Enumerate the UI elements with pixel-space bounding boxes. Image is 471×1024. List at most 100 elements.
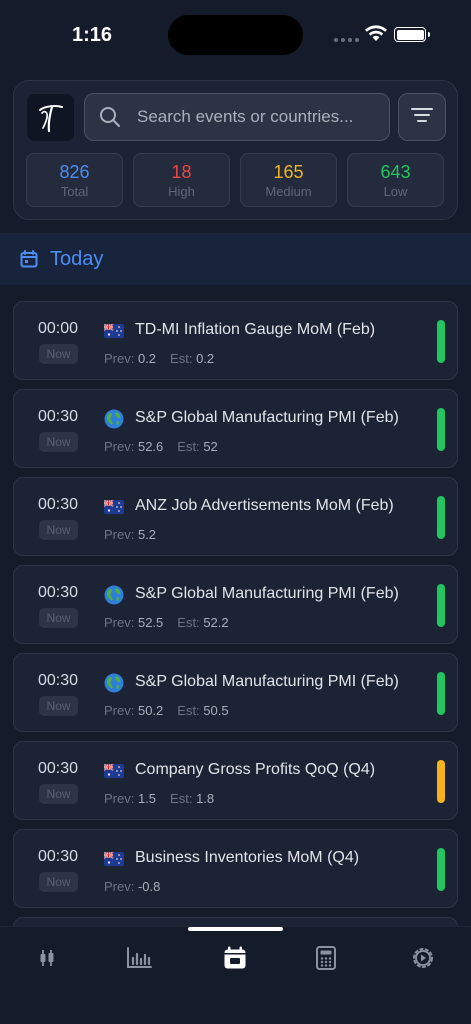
stat-total-value: 826 [59,161,90,182]
tab-settings[interactable] [408,945,438,975]
event-name: TD-MI Inflation Gauge MoM (Feb) [135,321,376,338]
event-row[interactable]: 00:30 Now S&P Global Manufacturing PMI (… [13,389,458,468]
impact-indicator [437,408,445,451]
est-label: Est: [170,791,193,806]
event-meta: Prev: 50.2 Est: 50.5 [104,703,229,718]
stat-total[interactable]: 826 Total [26,153,123,207]
event-time: 00:30 [37,672,79,689]
au-flag-icon [104,761,124,781]
prev-value: 52.5 [137,615,164,630]
tab-calculator[interactable] [311,945,341,975]
calendar-icon [223,946,247,975]
event-time: 00:00 [37,320,79,337]
wifi-icon [364,24,388,47]
stats-row: 826 Total 18 High 165 Medium 643 Low [26,153,444,207]
event-meta: Prev: 52.5 Est: 52.2 [104,615,229,630]
tab-analytics[interactable] [124,945,154,975]
impact-indicator [437,584,445,627]
event-row[interactable]: 00:30 Now S&P Global Manufacturing PMI (… [13,653,458,732]
search-bar[interactable] [84,93,390,141]
event-meta: Prev: -0.8 [104,879,160,894]
event-name: S&P Global Manufacturing PMI (Feb) [135,409,399,426]
section-header-today: Today [0,233,471,285]
au-flag-icon [104,497,124,517]
stat-low[interactable]: 643 Low [347,153,444,207]
event-status-badge: Now [39,520,78,540]
prev-label: Prev: [104,351,135,366]
globe-icon [104,409,124,429]
stat-high[interactable]: 18 High [133,153,230,207]
est-label: Est: [177,439,200,454]
globe-icon [104,673,124,693]
event-list: 00:00 Now TD-MI Inflation Gauge MoM (Feb… [13,301,458,946]
event-name: Business Inventories MoM (Q4) [135,849,360,866]
dynamic-island [168,15,303,55]
calendar-icon [20,250,38,268]
prev-value: 52.6 [137,439,164,454]
est-value: 50.5 [203,703,229,718]
stat-total-label: Total [60,183,89,199]
impact-indicator [437,496,445,539]
event-row[interactable]: 00:30 Now ANZ Job Advertisements MoM (Fe… [13,477,458,556]
au-flag-icon [104,321,124,341]
battery-icon [394,27,430,42]
stat-medium-value: 165 [273,161,304,182]
search-icon [99,106,121,128]
est-value: 0.2 [196,351,215,366]
filter-icon [411,107,433,128]
prev-value: 0.2 [137,351,157,366]
impact-indicator [437,760,445,803]
header-card: 826 Total 18 High 165 Medium 643 Low [13,80,458,220]
est-value: 1.8 [196,791,215,806]
prev-label: Prev: [104,703,135,718]
prev-label: Prev: [104,615,135,630]
event-name: S&P Global Manufacturing PMI (Feb) [135,673,399,690]
impact-indicator [437,848,445,891]
au-flag-icon [104,849,124,869]
event-meta: Prev: 5.2 [104,527,156,542]
prev-value: 5.2 [137,527,157,542]
tab-markets[interactable] [32,945,62,975]
tab-calendar[interactable] [220,945,250,975]
app-logo[interactable] [27,94,74,141]
stat-medium[interactable]: 165 Medium [240,153,337,207]
est-label: Est: [177,703,200,718]
stat-low-value: 643 [380,161,411,182]
event-status-badge: Now [39,608,78,628]
event-time: 00:30 [37,760,79,777]
prev-label: Prev: [104,791,135,806]
event-row[interactable]: 00:30 Now S&P Global Manufacturing PMI (… [13,565,458,644]
status-time: 1:16 [72,24,113,46]
event-status-badge: Now [39,344,78,364]
candlestick-icon [37,948,57,973]
stat-high-value: 18 [171,161,192,182]
event-row[interactable]: 00:30 Now Company Gross Profits QoQ (Q4)… [13,741,458,820]
prev-value: -0.8 [137,879,161,894]
event-name: ANZ Job Advertisements MoM (Feb) [135,497,394,514]
event-status-badge: Now [39,872,78,892]
prev-label: Prev: [104,439,135,454]
est-value: 52 [203,439,218,454]
settings-icon [410,945,436,976]
cellular-signal-icon [334,38,359,42]
event-meta: Prev: 1.5 Est: 1.8 [104,791,214,806]
prev-value: 1.5 [137,791,157,806]
status-bar: 1:16 [0,0,471,70]
stat-medium-label: Medium [265,183,312,199]
section-title: Today [50,247,104,270]
event-time: 00:30 [37,496,79,513]
prev-label: Prev: [104,527,135,542]
search-input[interactable] [137,107,367,127]
impact-indicator [437,320,445,363]
filter-button[interactable] [398,93,446,141]
bottom-tab-bar [0,926,471,1024]
stat-low-label: Low [383,183,408,199]
event-row[interactable]: 00:30 Now Business Inventories MoM (Q4) … [13,829,458,908]
event-status-badge: Now [39,696,78,716]
event-time: 00:30 [37,848,79,865]
prev-label: Prev: [104,879,135,894]
prev-value: 50.2 [137,703,164,718]
globe-icon [104,585,124,605]
event-row[interactable]: 00:00 Now TD-MI Inflation Gauge MoM (Feb… [13,301,458,380]
event-time: 00:30 [37,584,79,601]
